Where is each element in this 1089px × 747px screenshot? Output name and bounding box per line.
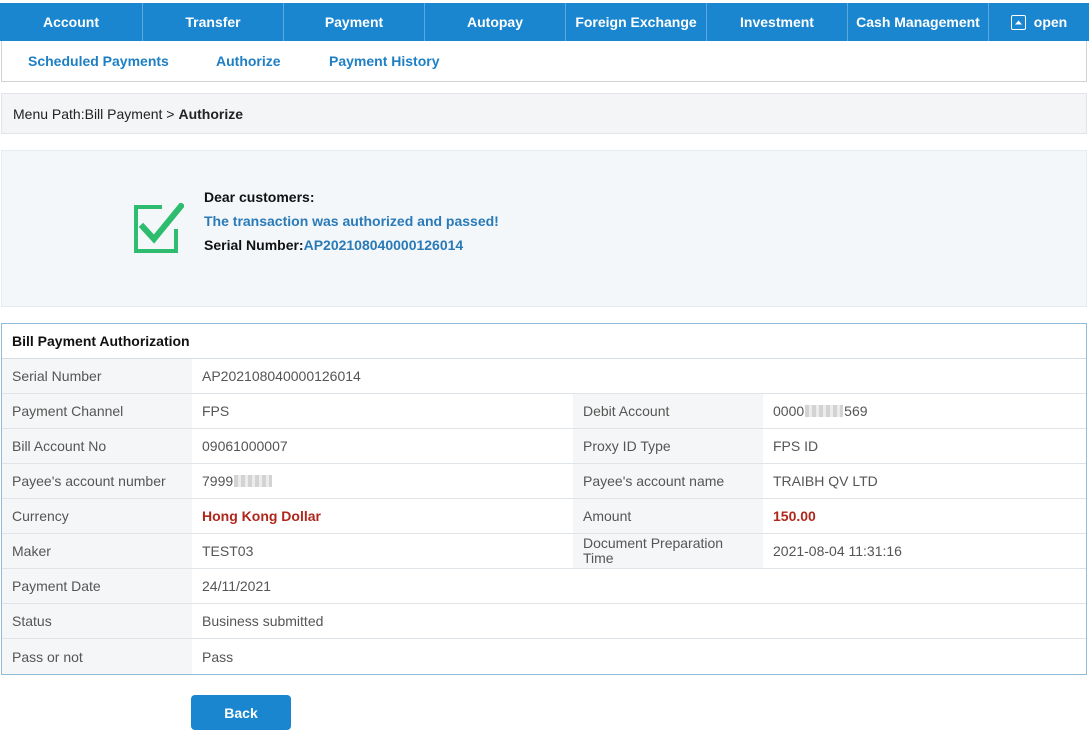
masked-digits [805,405,844,417]
doc-prep-time-label: Document Preparation Time [573,534,763,568]
table-row: Currency Hong Kong Dollar Amount 150.00 [2,499,1086,534]
masked-digits [234,475,273,487]
table-row: Maker TEST03 Document Preparation Time 2… [2,534,1086,569]
nav-cash-management[interactable]: Cash Management [848,3,989,41]
table-row: Serial Number AP202108040000126014 [2,359,1086,394]
payee-account-number-value: 7999 [192,464,573,498]
top-navigation: Account Transfer Payment Autopay Foreign… [0,3,1089,41]
proxy-id-type-label: Proxy ID Type [573,429,763,463]
table-row: Bill Account No 09061000007 Proxy ID Typ… [2,429,1086,464]
proxy-id-type-value: FPS ID [773,438,819,454]
status-label: Status [2,604,192,638]
back-button[interactable]: Back [191,695,291,730]
nav-open-button[interactable]: open [989,3,1089,41]
status-value: Business submitted [202,613,324,629]
payee-account-name-label: Payee's account name [573,464,763,498]
pass-or-not-value: Pass [202,648,234,665]
nav-transfer[interactable]: Transfer [143,3,284,41]
serial-value: AP202108040000126014 [303,237,464,253]
nav-investment[interactable]: Investment [707,3,848,41]
maker-label: Maker [2,534,192,568]
amount-value: 150.00 [773,508,816,524]
serial-number-value: AP202108040000126014 [202,368,361,384]
debit-account-start: 0000 [773,403,805,419]
serial-line: Serial Number:AP202108040000126014 [204,233,499,257]
amount-label: Amount [573,499,763,533]
currency-value: Hong Kong Dollar [202,508,321,524]
breadcrumb: Menu Path:Bill Payment > Authorize [1,93,1087,134]
payee-account-number-start: 7999 [202,473,234,489]
payment-channel-label: Payment Channel [2,394,192,428]
debit-account-value: 0000 569 [763,394,1086,428]
checkbox-checked-icon [134,203,184,253]
detail-title: Bill Payment Authorization [2,324,1086,359]
nav-open-label: open [1033,14,1068,30]
table-row: Payee's account number 7999 Payee's acco… [2,464,1086,499]
greeting-text: Dear customers: [204,189,315,205]
table-row: Payment Channel FPS Debit Account 0000 56… [2,394,1086,429]
serial-label: Serial Number: [204,237,304,253]
payee-account-name-value: TRAIBH QV LTD [773,473,878,489]
bill-account-no-value: 09061000007 [202,438,288,454]
maker-value: TEST03 [202,543,254,559]
nav-payment[interactable]: Payment [284,3,425,41]
doc-prep-time-value: 2021-08-04 11:31:16 [773,543,902,559]
subnav-payment-history[interactable]: Payment History [329,53,439,69]
currency-label: Currency [2,499,192,533]
sub-navigation: Scheduled Payments Authorize Payment His… [1,41,1087,82]
table-row: Status Business submitted [2,604,1086,639]
expand-up-icon [1010,14,1026,30]
result-text: The transaction was authorized and passe… [204,213,499,229]
table-row: Payment Date 24/11/2021 [2,569,1086,604]
pass-or-not-label: Pass or not [2,639,192,674]
subnav-authorize[interactable]: Authorize [216,53,281,69]
debit-account-end: 569 [844,403,868,419]
breadcrumb-prefix: Menu Path:Bill Payment > [13,105,175,122]
breadcrumb-current: Authorize [178,105,244,122]
payee-account-number-label: Payee's account number [2,464,192,498]
nav-foreign-exchange[interactable]: Foreign Exchange [566,3,707,41]
payment-date-label: Payment Date [2,569,192,603]
authorization-detail-table: Bill Payment Authorization Serial Number… [1,323,1087,675]
subnav-scheduled-payments[interactable]: Scheduled Payments [28,53,169,69]
nav-autopay[interactable]: Autopay [425,3,566,41]
debit-account-label: Debit Account [573,394,763,428]
success-message: Dear customers: The transaction was auth… [204,185,499,257]
payment-date-value: 24/11/2021 [202,578,272,594]
table-row: Pass or not Pass [2,639,1086,674]
success-panel: Dear customers: The transaction was auth… [1,150,1087,307]
bill-account-no-label: Bill Account No [2,429,192,463]
serial-number-label: Serial Number [2,359,192,393]
nav-account[interactable]: Account [0,3,143,41]
payment-channel-value: FPS [202,403,230,419]
